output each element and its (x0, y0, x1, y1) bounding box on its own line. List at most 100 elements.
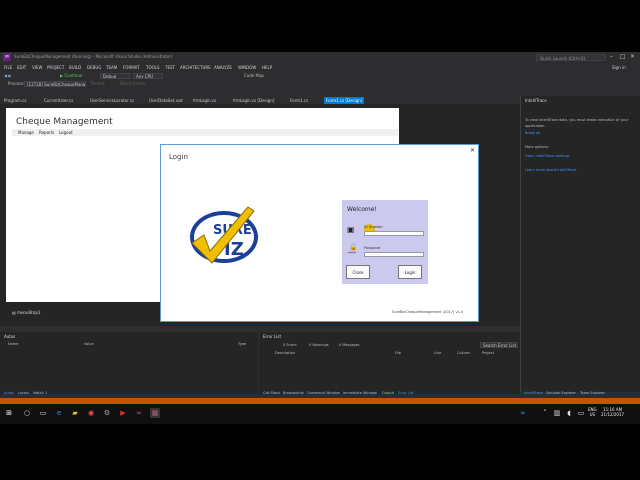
network-icon[interactable]: ▥ (552, 408, 562, 418)
menu-architecture[interactable]: ARCHITECTURE (180, 65, 211, 70)
tab-error-list[interactable]: Error List (398, 391, 414, 395)
menu-tools[interactable]: TOOLS (146, 65, 160, 70)
tab-userservicelocator[interactable]: UserServiceLocator.cs (88, 97, 136, 104)
tab-watch1[interactable]: Watch 1 (33, 391, 47, 395)
id-number-input[interactable] (364, 231, 424, 236)
process-label: Process: (8, 81, 25, 86)
toolbar: ◀ ▶ ▶ Continue Debug Any CPU Code Map (0, 72, 640, 80)
tab-command-window[interactable]: Command Window (307, 391, 340, 395)
menu-debug[interactable]: DEBUG (87, 65, 101, 70)
tab-team-explorer[interactable]: Team Explorer (580, 391, 605, 395)
tray-vs-icon[interactable]: ∞ (518, 408, 528, 418)
menustrip-component[interactable]: ▤ menuStrip1 (12, 310, 40, 315)
tab-output[interactable]: Output (382, 391, 394, 395)
process-select[interactable]: [12728] SureBizChequeManageme (24, 81, 86, 87)
continue-button[interactable]: ▶ Continue (60, 73, 82, 78)
windows-start-icon[interactable]: ⊞ (4, 408, 14, 418)
app-icon[interactable]: ⚙ (102, 408, 112, 418)
password-label: Password (364, 246, 381, 250)
menu-manage[interactable]: Manage (18, 130, 34, 135)
task-view-icon[interactable]: ▭ (38, 408, 48, 418)
intellitrace-settings-link[interactable]: Open IntelliTrace settings (525, 154, 570, 158)
autos-col-value: Value (84, 342, 94, 346)
back-icon[interactable]: ◀ ▶ (4, 73, 11, 78)
tab-userdataset[interactable]: UserDataSet.xsd (147, 97, 185, 104)
menu-file[interactable]: FILE (4, 65, 12, 70)
error-col-file: File (395, 351, 401, 355)
error-col-description: Description (275, 351, 295, 355)
menu-build[interactable]: BUILD (69, 65, 81, 70)
tab-autos[interactable]: Autos (4, 391, 14, 395)
login-button[interactable]: Login (398, 265, 422, 279)
close-button[interactable]: Close (346, 265, 370, 279)
menu-edit[interactable]: EDIT (17, 65, 26, 70)
tab-breakpoints[interactable]: Breakpoints (283, 391, 304, 395)
tab-locals[interactable]: Locals (18, 391, 29, 395)
intellitrace-message-1: To view IntelliTrace data, you must brea… (525, 118, 629, 122)
maximize-icon[interactable]: □ (620, 53, 626, 60)
menustrip-label: menuStrip1 (17, 310, 41, 315)
media-icon[interactable]: ▶ (118, 408, 128, 418)
battery-icon[interactable]: ▭ (576, 408, 586, 418)
intellitrace-pane (520, 96, 640, 392)
chrome-icon[interactable]: ◉ (86, 408, 96, 418)
tab-immediate-window[interactable]: Immediate Window (343, 391, 377, 395)
tab-intellitrace[interactable]: IntelliTrace (524, 391, 543, 395)
quick-launch-input[interactable]: Quick Launch (Ctrl+Q) (536, 54, 606, 61)
tab-solution-explorer[interactable]: Solution Explorer (546, 391, 576, 395)
close-icon[interactable]: × (630, 53, 635, 60)
error-search-input[interactable]: Search Error List (480, 342, 518, 348)
tab-frmlogin[interactable]: frmLogin.cs (191, 97, 218, 104)
menu-project[interactable]: PROJECT (47, 65, 64, 70)
learn-more-link[interactable]: Learn more about IntelliTrace (525, 168, 576, 172)
minimize-icon[interactable]: – (610, 53, 613, 60)
debug-location-bar: Process: [12728] SureBizChequeManageme T… (0, 80, 640, 88)
messages-filter[interactable]: 0 Messages (339, 343, 360, 347)
intellitrace-message-2: application. (525, 124, 546, 128)
id-card-icon: ▣ (347, 225, 355, 234)
edge-icon[interactable]: e (54, 408, 64, 418)
error-col-line: Line (434, 351, 442, 355)
surebiz-logo: SURE IZ (190, 206, 258, 264)
search-icon[interactable]: ○ (22, 408, 32, 418)
menu-test[interactable]: TEST (165, 65, 175, 70)
config-select[interactable]: Debug (100, 73, 130, 79)
title-bar: ∞ SureBizChequeManagement (Running) - Mi… (0, 52, 640, 63)
menu-logout[interactable]: Logout (59, 130, 73, 135)
code-map-button[interactable]: Code Map (244, 73, 264, 78)
tab-currentuser[interactable]: CurrentUser.cs (42, 97, 75, 104)
tab-form1[interactable]: Form1.cs (288, 97, 310, 104)
cpu-select[interactable]: Any CPU (133, 73, 163, 79)
volume-icon[interactable]: ◖ (564, 408, 574, 418)
password-dots-icon: **** (348, 251, 356, 256)
tab-program[interactable]: Program.cs (2, 97, 28, 104)
file-explorer-icon[interactable]: ▰ (70, 408, 80, 418)
tab-form1-design[interactable]: Form1.cs [Design] (324, 97, 365, 104)
visual-studio-icon: ∞ (3, 53, 11, 61)
thread-label: Thread: (90, 81, 106, 86)
menu-format[interactable]: FORMAT (123, 65, 140, 70)
menu-team[interactable]: TEAM (106, 65, 117, 70)
menu-reports[interactable]: Reports (39, 130, 54, 135)
menu-window[interactable]: WINDOW (238, 65, 256, 70)
welcome-label: Welcome! (347, 206, 377, 213)
warnings-filter[interactable]: 0 Warnings (309, 343, 329, 347)
login-close-icon[interactable]: ✕ (470, 147, 475, 154)
menu-analyze[interactable]: ANALYZE (214, 65, 232, 70)
tray-arrow-icon[interactable]: ˄ (540, 408, 550, 418)
sign-in-link[interactable]: Sign in (612, 65, 626, 70)
form-title: Cheque Management (16, 117, 113, 127)
menu-help[interactable]: HELP (262, 65, 272, 70)
tab-call-stack[interactable]: Call Stack (263, 391, 280, 395)
language-indicator[interactable]: ENG US (588, 407, 597, 417)
visual-studio-taskbar-icon[interactable]: ∞ (134, 408, 144, 418)
running-app-icon[interactable]: ▦ (150, 408, 160, 418)
break-all-link[interactable]: Break all (525, 131, 540, 135)
document-tabs: Program.cs CurrentUser.cs UserServiceLoc… (0, 96, 520, 104)
menu-view[interactable]: VIEW (32, 65, 42, 70)
autos-title: Autos (4, 334, 16, 339)
tab-frmlogin-design[interactable]: frmLogin.cs [Design] (231, 97, 276, 104)
clock[interactable]: 11:16 AM 21/12/2017 (601, 407, 624, 417)
errors-filter[interactable]: 0 Errors (283, 343, 297, 347)
password-input[interactable] (364, 252, 424, 257)
